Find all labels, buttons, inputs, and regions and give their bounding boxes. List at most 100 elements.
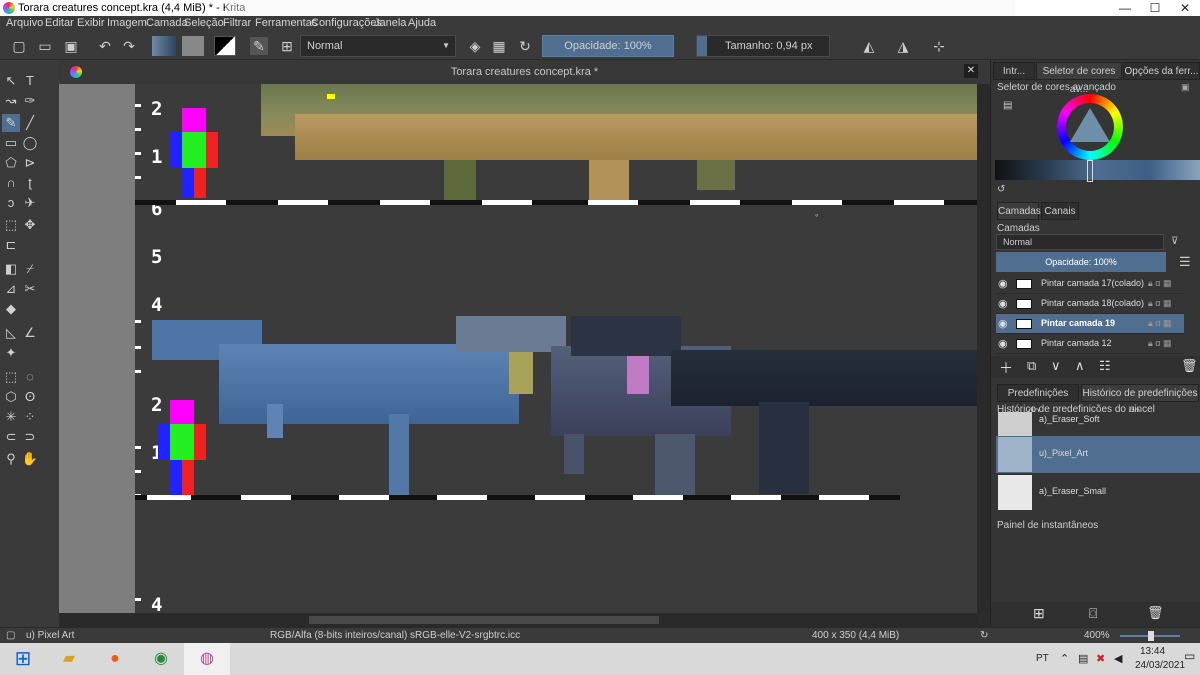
eraser-mode-icon[interactable]: ◈ [466,37,484,55]
rotation-icon[interactable]: ↻ [980,630,988,641]
layers-blend-mode-select[interactable]: Normal [996,234,1164,250]
add-layer-icon[interactable]: ＋ [999,358,1013,378]
crop-tool-icon[interactable]: ⊏ [2,236,20,254]
clock-time[interactable]: 13:44 [1140,646,1165,657]
panel-close-icon[interactable]: ▣ [1181,82,1190,93]
camera-icon[interactable]: ⌼ [1089,605,1097,622]
horizontal-scrollbar[interactable] [59,613,977,627]
layer-row-selected[interactable]: ◉ Pintar camada 19 🔒︎ α ▦ [996,314,1184,334]
polygonal-selection-tool-icon[interactable]: ⬡ [2,388,20,406]
network-icon[interactable]: ▤ [1078,652,1088,665]
krita-taskbar-icon[interactable]: ◍ [184,643,230,675]
zoom-tool-icon[interactable]: ⚲ [2,450,20,468]
mirror-vertical-icon[interactable]: ◮ [894,37,912,55]
preset-item-selected[interactable]: u)_Pixel_Art [996,436,1200,473]
firefox-icon[interactable]: ● [92,643,138,675]
vertical-scrollbar[interactable] [977,84,990,613]
gradient-tool-icon[interactable]: ◧ [2,260,20,278]
scrollbar-thumb[interactable] [309,616,659,624]
similar-selection-tool-icon[interactable]: ⁘ [21,408,39,426]
lock-icon[interactable]: 🔒︎ α ▦ [1148,318,1172,329]
menu-ajuda[interactable]: Ajuda [408,17,436,29]
color-sampler-tool-icon[interactable]: ⌿ [21,260,39,278]
clock-date[interactable]: 24/03/2021 [1135,660,1185,671]
chrome-icon[interactable]: ◉ [138,643,184,675]
tab-brush-preset-history[interactable]: Histórico de predefinições do ... [1081,384,1199,417]
bezier-tool-icon[interactable]: ∩ [2,174,20,192]
menu-camada[interactable]: Camada [146,17,188,29]
bezier-selection-tool-icon[interactable]: ⊂ [2,428,20,446]
menu-configuracoes[interactable]: Configurações [311,17,382,29]
canvas[interactable]: 2 1 6 5 4 3 2 1 4 [59,84,977,613]
fill-tool-icon[interactable]: ◆ [2,300,20,318]
pattern-swatch[interactable] [182,36,204,56]
freehand-brush-tool-icon[interactable]: ✎ [2,114,20,132]
transform-tool-icon[interactable]: ⬚ [2,216,20,234]
elliptical-selection-tool-icon[interactable]: ◌ [21,368,39,386]
menu-editar[interactable]: Editar [45,17,74,29]
layer-row[interactable]: ◉ Pintar camada 17(colado) 🔒︎ α ▦ [996,274,1184,294]
filter-icon[interactable]: ⊽ [1171,236,1178,247]
volume-icon[interactable]: ◀ [1114,652,1122,665]
eye-icon[interactable]: ◉ [998,297,1008,310]
ellipse-tool-icon[interactable]: ◯ [21,134,39,152]
calligraphy-tool-icon[interactable]: ✑ [21,92,39,110]
layer-properties-icon[interactable]: ☷ [1099,358,1111,374]
eye-icon[interactable]: ◉ [998,317,1008,330]
brush-presets-icon[interactable]: ✎ [250,37,268,55]
mirror-horizontal-icon[interactable]: ◭ [860,37,878,55]
duplicate-layer-icon[interactable]: ⧉ [1027,358,1036,374]
color-sync-icon[interactable]: ↺ [997,184,1005,195]
eye-icon[interactable]: ◉ [998,337,1008,350]
menu-arquivo[interactable]: Arquivo [6,17,43,29]
delete-snapshot-icon[interactable]: 🗑︎ [1147,605,1164,621]
line-tool-icon[interactable]: ╱ [21,114,39,132]
layer-row[interactable]: ◉ Pintar camada 18(colado) 🔒︎ α ▦ [996,294,1184,314]
tab-channels[interactable]: Canais [1041,202,1079,220]
opacity-slider[interactable]: Opacidade: 100% [542,35,674,57]
save-icon[interactable]: ▣ [62,37,80,55]
move-tool-icon[interactable]: ✥ [21,216,39,234]
freehand-selection-tool-icon[interactable]: ʘ [21,388,39,406]
tab-brush-presets[interactable]: Predefinições do... [997,384,1079,417]
windows-start-icon[interactable]: ⊞ [0,643,46,675]
status-zoom[interactable]: 400% [1084,630,1110,641]
gradient-swatch[interactable] [152,36,176,56]
minimize-button[interactable]: — [1110,0,1140,16]
text-tool-icon[interactable]: T [21,72,39,90]
eye-icon[interactable]: ◉ [998,277,1008,290]
select-shapes-tool-icon[interactable]: ↖ [2,72,20,90]
layers-options-icon[interactable]: ☰ [1179,254,1191,270]
document-tab-title[interactable]: Torara creatures concept.kra * [59,66,990,78]
polyline-tool-icon[interactable]: ⊳ [21,154,39,172]
maximize-button[interactable]: ☐ [1140,0,1170,16]
layers-opacity-slider[interactable]: Opacidade: 100% [996,252,1166,272]
redo-icon[interactable]: ↷ [120,37,138,55]
polygon-tool-icon[interactable]: ⬠ [2,154,20,172]
zoom-slider[interactable] [1120,631,1180,641]
zoom-slider-handle[interactable] [1148,631,1154,641]
size-slider[interactable]: Tamanho: 0,94 px [696,35,830,57]
tab-tool-options[interactable]: Opções da ferr... [1123,62,1200,80]
action-center-icon[interactable]: ▭ [1184,649,1195,663]
menu-exibir[interactable]: Exibir [77,17,105,29]
menu-selecao[interactable]: Seleção [184,17,224,29]
add-snapshot-icon[interactable]: ⊞ [1033,605,1045,622]
close-document-button[interactable]: ✕ [964,64,978,78]
lock-icon[interactable]: 🔒︎ α ▦ [1148,278,1172,289]
multibrush-tool-icon[interactable]: ✈ [21,194,39,212]
notification-icon[interactable]: ✖ [1096,652,1105,665]
edit-shapes-tool-icon[interactable]: ↝ [2,92,20,110]
alpha-lock-icon[interactable]: ▦ [490,37,508,55]
assistant-tool-icon[interactable]: ◺ [2,324,20,342]
freehand-path-tool-icon[interactable]: ʈ [21,174,39,192]
preset-item[interactable]: a)_Eraser_Small [996,474,1200,511]
tray-arrow-icon[interactable]: ⌃ [1060,652,1069,665]
language-indicator[interactable]: PT [1036,653,1049,664]
move-layer-down-icon[interactable]: ∨ [1051,358,1061,374]
move-layer-up-icon[interactable]: ∧ [1075,358,1085,374]
tab-advanced-color-selector[interactable]: Seletor de cores av... [1036,62,1122,95]
menu-filtrar[interactable]: Filtrar [223,17,251,29]
lock-icon[interactable]: 🔒︎ α ▦ [1148,338,1172,349]
rectangular-selection-tool-icon[interactable]: ⬚ [2,368,20,386]
